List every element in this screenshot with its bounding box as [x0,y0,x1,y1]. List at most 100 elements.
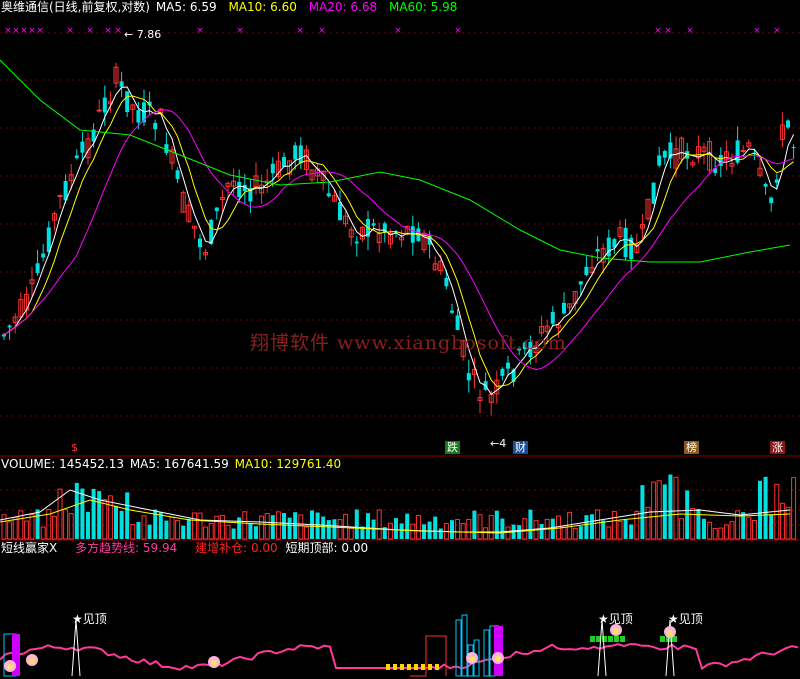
volume-bar [91,488,96,539]
candle-body [506,362,510,369]
volume-bar [203,526,209,540]
volume-bar [623,519,628,539]
volume-bar [528,509,533,539]
volume-bar [130,523,136,540]
volume-bar [779,502,785,540]
volume-bar [517,525,522,539]
volume-bar [125,492,130,539]
volume-bar [214,515,220,540]
signal-block [614,636,619,642]
candle-body [595,248,600,252]
volume-bar [746,516,752,540]
top-marker: × [28,26,36,36]
volume-bar [119,510,124,539]
top-marker: × [36,26,44,36]
candle-body [96,109,102,112]
volume-bar [410,523,416,540]
volume-bar [264,513,270,540]
volume-bar [629,524,634,539]
volume-bar [248,523,253,539]
smiley-face [211,660,217,666]
smiley-face [667,630,673,636]
signal-block [608,636,613,642]
volume-bar [427,521,432,539]
volume-bar [219,514,225,540]
volume-ma5-label: MA5: 167641.59 [129,457,229,471]
candle-body [175,170,180,180]
volume-bar [460,523,466,540]
watermark: 翔博软件 www.xiangbosoft.com [250,332,567,354]
volume-bar [147,524,152,539]
tag-rank: 榜 [684,441,699,454]
volume-bar [438,528,443,539]
top-marker: × [66,26,74,36]
volume-bar [405,513,410,539]
volume-bar [572,527,578,540]
candle-body [562,302,566,314]
volume-bar [450,520,454,539]
high-price-label: ← 7.86 [124,28,162,41]
volume-bar [539,524,544,539]
volume-bar [690,507,696,540]
candle-body [662,151,667,158]
tag-rise: 涨 [770,441,785,454]
ma20-label: MA20: 6.68 [308,0,378,14]
ma10-label: MA10: 6.60 [228,0,297,14]
volume-bar [191,512,197,540]
indicator-name: 短线赢家X [1,541,58,555]
volume-header: VOLUME: 145452.13 MA5: 167641.59 MA10: 1… [1,457,341,471]
volume-bar [505,526,511,540]
candle-body [74,155,79,159]
volume-bar [673,476,679,540]
candle-body [136,110,141,123]
volume-bar [500,518,505,539]
volume-bar [422,524,426,539]
ma5-label: MA5: 6.59 [155,0,217,14]
candle-body [623,227,628,258]
volume-bar [769,514,774,539]
signal-block [421,664,425,670]
top-marker: × [664,26,672,36]
signal-block [414,664,418,670]
top-marker: × [86,26,94,36]
candle-body [371,223,376,226]
candle-body [46,227,51,252]
volume-bar [186,518,191,539]
smiley-face [613,628,619,634]
top-marker: × [196,26,204,36]
volume-bar [477,514,483,540]
volume-ma10-label: MA10: 129761.40 [234,457,342,471]
candle-body [125,91,130,112]
volume-bar [287,517,292,539]
signal-block [620,636,625,642]
volume-bar [337,519,343,540]
price-header: 奥维通信(日线,前复权,对数) MA5: 6.59 MA10: 6.60 MA2… [1,0,457,14]
volume-bar [141,515,147,540]
candle-body [119,81,124,87]
volume-bar [785,506,791,540]
volume-bar [315,512,320,539]
volume-bar [348,527,354,540]
chart-window: { "colors":{"up":"#ff3232","down":"#00e0… [0,0,800,679]
candle-body [198,238,202,248]
signal-top-2: ★见顶 [598,612,633,626]
volume-bar [35,509,40,539]
tag-finance: 财 [513,441,528,454]
volume-bar [601,520,606,539]
signal-block [435,664,439,670]
volume-label: VOLUME: 145452.13 [1,457,124,471]
indicator-header: 短线赢家X 多方趋势线: 59.94 建增补仓: 0.00 短期顶部: 0.00 [1,541,368,555]
volume-bar [394,518,398,539]
candle-body [450,310,454,313]
candle-body [41,253,46,258]
candle-body [298,145,303,164]
volume-bar [712,528,718,540]
volume-bar [321,516,326,539]
candle-body [338,202,342,221]
low-price-label: ←4 [490,437,507,450]
volume-bar [702,518,706,539]
security-title: 奥维通信(日线,前复权,对数) [1,0,150,14]
signal-block [400,664,404,670]
candle-body [466,373,471,381]
volume-bar [399,523,404,539]
